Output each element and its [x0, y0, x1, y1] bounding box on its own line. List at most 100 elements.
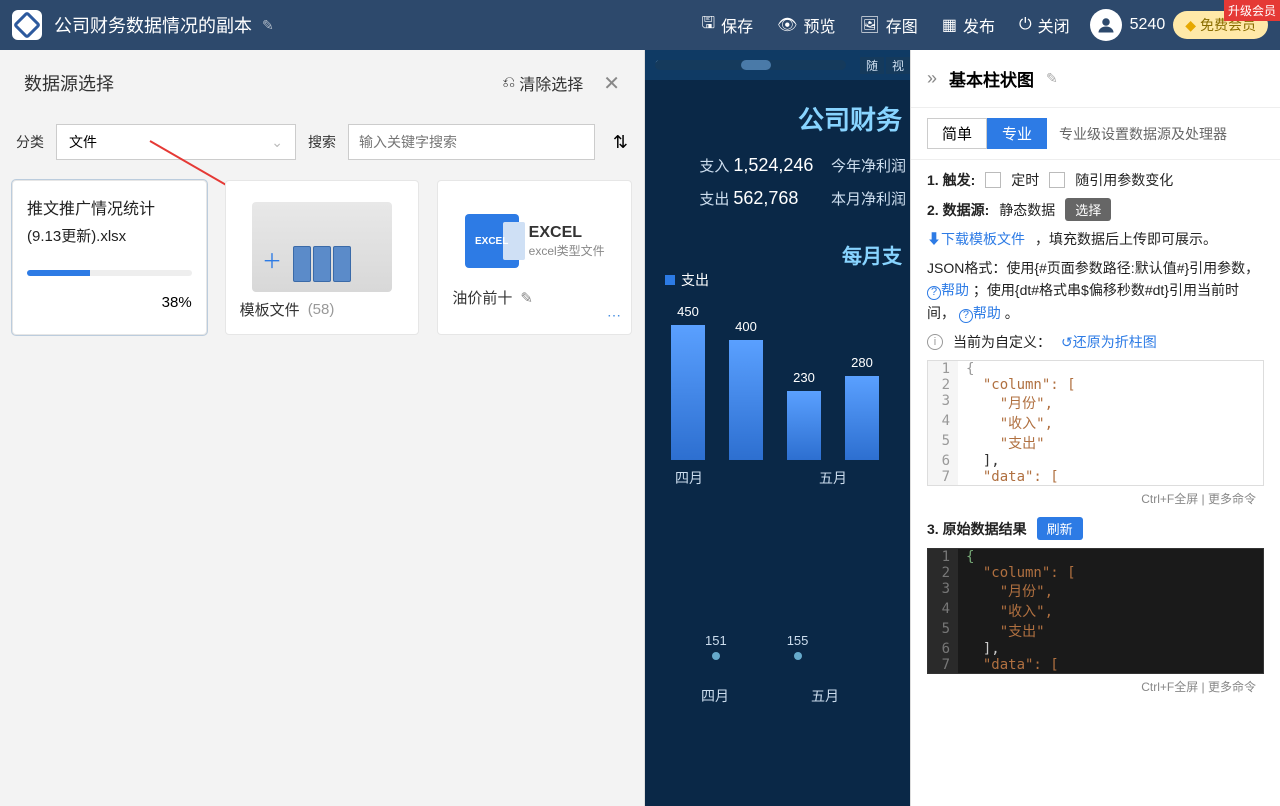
tab-simple[interactable]: 简单 — [927, 118, 987, 149]
widget-title: 基本柱状图 — [949, 66, 1034, 91]
section-title: 每月支 — [842, 240, 902, 269]
category-value: 文件 — [69, 132, 97, 152]
avatar[interactable] — [1090, 9, 1122, 41]
rename-icon[interactable]: ✎ — [520, 289, 533, 307]
bar — [729, 340, 763, 460]
x-tick: 五月 — [809, 468, 857, 488]
excel-type-label: EXCEL — [529, 224, 605, 242]
line-chart[interactable]: 151 155 四月 五月 — [645, 580, 910, 780]
line-point — [794, 652, 802, 660]
dashboard-title: 公司财务 — [798, 100, 902, 137]
search-input-wrapper — [348, 124, 595, 160]
help-icon[interactable]: ? — [959, 309, 973, 323]
category-label: 分类 — [16, 132, 44, 152]
kpi-label: 本月净利润 — [822, 188, 910, 209]
upload-progress-text: 38% — [27, 294, 192, 311]
restore-chart-link[interactable]: ↺还原为折柱图 — [1061, 332, 1157, 352]
select-datasource-button[interactable]: 选择 — [1065, 198, 1111, 221]
edit-title-icon[interactable]: ✎ — [262, 17, 274, 34]
publish-button[interactable]: ▦发布 — [942, 13, 995, 37]
close-button[interactable]: ⏻关闭 — [1019, 13, 1070, 37]
preview-icon: 👁 — [777, 15, 797, 35]
line-point — [712, 652, 720, 660]
datasource-type: 静态数据 — [999, 200, 1055, 220]
kpi-grid: 支入 1,524,246 今年净利润 支出 562,768 本月净利润 — [645, 155, 910, 209]
trigger-label: 1. 触发: — [927, 170, 975, 190]
refresh-button[interactable]: 刷新 — [1037, 517, 1083, 540]
bar — [845, 376, 879, 460]
datasource-label: 2. 数据源: — [927, 200, 989, 220]
help-link[interactable]: 帮助 — [973, 305, 1001, 321]
bar-chart[interactable]: 450 400 230 280 四月 五月 — [645, 300, 910, 520]
save-image-button[interactable]: 🖼存图 — [859, 13, 917, 37]
card-more-icon[interactable]: ⋯ — [607, 307, 621, 324]
excel-type-sub: excel类型文件 — [529, 242, 605, 259]
timer-checkbox[interactable] — [985, 172, 1001, 188]
kpi-label: 今年净利润 — [822, 155, 910, 176]
user-points: 5240 — [1130, 16, 1166, 34]
param-change-checkbox[interactable] — [1049, 172, 1065, 188]
bar — [671, 325, 705, 460]
kpi-label: 支入 — [645, 155, 733, 176]
tab-professional[interactable]: 专业 — [987, 118, 1047, 149]
info-icon: i — [927, 334, 943, 350]
tab-description: 专业级设置数据源及处理器 — [1059, 124, 1227, 144]
edit-widget-icon[interactable]: ✎ — [1046, 70, 1058, 87]
sort-button[interactable]: ⇅ — [613, 132, 628, 153]
clear-selection-button[interactable]: ⎌清除选择 — [502, 71, 583, 95]
editor-footer: Ctrl+F全屏 | 更多命令 — [927, 486, 1264, 511]
help-icon[interactable]: ? — [927, 286, 941, 300]
mode-view-button[interactable]: 视 — [886, 57, 910, 74]
close-panel-icon[interactable]: ✕ — [603, 71, 620, 96]
canvas-area: 600 公司财务 支入 1,524,246 今年净利润 支出 562,768 本… — [645, 50, 910, 806]
save-button[interactable]: 🖫保存 — [702, 12, 754, 39]
search-label: 搜索 — [308, 132, 336, 152]
legend-swatch — [665, 275, 675, 285]
folder-name: 模板文件 — [240, 299, 300, 320]
upgrade-tag[interactable]: 升级会员 — [1224, 0, 1280, 21]
template-folder-card[interactable]: ＋ 模板文件 (58) — [225, 180, 420, 335]
power-icon: ⏻ — [1019, 16, 1032, 34]
clear-icon: ⎌ — [502, 74, 515, 92]
x-tick: 四月 — [690, 686, 740, 706]
app-logo — [12, 10, 42, 40]
folder-icon: ＋ — [240, 195, 405, 299]
panel-title: 数据源选择 — [24, 70, 114, 96]
x-tick: 四月 — [665, 468, 713, 488]
datasource-panel: 数据源选择 ⎌清除选择 ✕ 分类 文件 ⌄ 搜索 ⇅ 推文推广情况统计 — [0, 50, 645, 806]
result-viewer[interactable]: 1{ 2 "column": [ 3 "月份", 4 "收入", 5 "支出" … — [927, 548, 1264, 674]
help-link[interactable]: 帮助 — [941, 282, 969, 298]
mode-random-button[interactable]: 随 — [860, 57, 884, 74]
upload-progress-bar — [27, 270, 192, 276]
qr-icon: ▦ — [942, 15, 957, 35]
kpi-value: 1,524,246 — [733, 155, 821, 176]
excel-file-name: 油价前十 — [452, 287, 512, 308]
download-template-link[interactable]: ⬇下载模板文件 — [927, 229, 1025, 249]
bar — [787, 391, 821, 460]
chevron-down-icon: ⌄ — [271, 134, 283, 151]
diamond-icon: ◆ — [1185, 17, 1196, 34]
properties-panel: » 基本柱状图 ✎ 简单 专业 专业级设置数据源及处理器 1. 触发: 定时 随… — [910, 50, 1280, 806]
canvas-scrollbar[interactable]: 随 视 — [645, 56, 910, 74]
card-title: 推文推广情况统计 — [27, 195, 192, 219]
x-tick: 五月 — [800, 686, 850, 706]
collapse-icon[interactable]: » — [927, 68, 937, 89]
result-label: 3. 原始数据结果 — [927, 519, 1027, 539]
save-icon: 🖫 — [702, 12, 716, 39]
uploading-file-card[interactable]: 推文推广情况统计 (9.13更新).xlsx 38% — [12, 180, 207, 335]
editor-footer: Ctrl+F全屏 | 更多命令 — [927, 674, 1264, 699]
folder-count: (58) — [308, 301, 335, 318]
excel-icon: EXCEL — [465, 214, 519, 268]
search-input[interactable] — [359, 125, 584, 159]
kpi-label: 支出 — [645, 188, 733, 209]
category-select[interactable]: 文件 ⌄ — [56, 124, 296, 160]
excel-file-card[interactable]: EXCEL EXCEL excel类型文件 油价前十 ✎ ⋯ — [437, 180, 632, 335]
document-title: 公司财务数据情况的副本 — [54, 12, 252, 38]
kpi-value: 562,768 — [733, 188, 821, 209]
preview-button[interactable]: 👁预览 — [777, 13, 835, 37]
topbar: 公司财务数据情况的副本 ✎ 🖫保存 👁预览 🖼存图 ▦发布 ⏻关闭 5240 ◆… — [0, 0, 1280, 50]
chart-legend: 支出 — [665, 270, 709, 290]
json-editor[interactable]: 1{ 2 "column": [ 3 "月份", 4 "收入", 5 "支出" … — [927, 360, 1264, 486]
image-icon: 🖼 — [859, 15, 879, 35]
card-filename: (9.13更新).xlsx — [27, 225, 192, 246]
